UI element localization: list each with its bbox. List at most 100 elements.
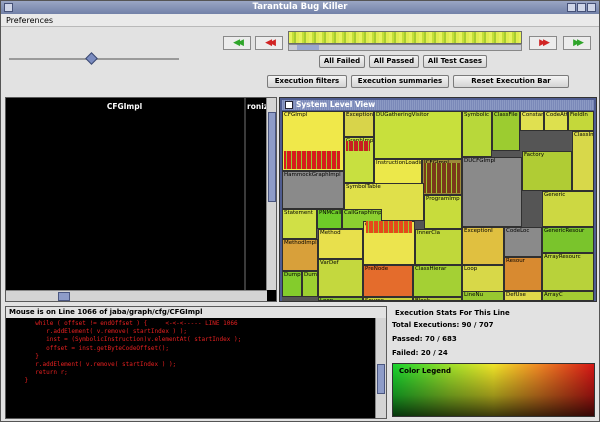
code-line: offset = inst.getByteCodeOffset(); — [10, 344, 169, 352]
treemap-node[interactable]: HammockGraphImpl — [282, 171, 344, 209]
treemap-node-label: InnerCla — [417, 230, 440, 236]
treemap-node-label: Method — [320, 230, 341, 236]
treemap-node-label: DUGatheringVisitor — [376, 112, 430, 118]
mouse-status: Mouse is on Line 1066 of jaba/graph/cfg/… — [6, 307, 386, 318]
treemap-node[interactable]: PNMCallGraph — [317, 209, 342, 229]
treemap-node[interactable]: PreNode — [363, 265, 413, 297]
treemap-node[interactable]: Dump — [282, 271, 302, 297]
all-failed-button[interactable]: All Failed — [319, 55, 365, 68]
treemap-node[interactable]: Block — [413, 297, 462, 301]
treemap-node-label: PNMCallGraph — [319, 210, 342, 216]
treemap-node[interactable]: MethodImpl — [282, 239, 318, 271]
all-test-cases-button[interactable]: All Test Cases — [423, 55, 487, 68]
treemap-node[interactable]: Generic — [542, 191, 594, 227]
window-menu-icon[interactable] — [4, 3, 13, 12]
treemap-node[interactable]: ExceptionI — [462, 227, 504, 265]
treemap-node[interactable]: ArrayResourc — [542, 253, 594, 291]
cfg-vertical-scrollbar[interactable] — [266, 98, 276, 290]
execution-controls: ◀◀ ◀◀ ▶▶ ▶▶ All Failed All Passed All Te… — [1, 27, 599, 95]
treemap-node[interactable]: ClassFile — [492, 111, 520, 151]
treemap-node[interactable]: GenericResour — [542, 227, 594, 253]
last-execution-button[interactable]: ▶▶ — [563, 36, 591, 50]
execution-bar-scrollbar[interactable] — [288, 44, 522, 51]
treemap-node[interactable]: CodeAtt — [544, 111, 568, 131]
treemap-node-label: ArrayC — [544, 292, 563, 298]
menu-preferences[interactable]: Preferences — [6, 16, 53, 25]
treemap-node-label: Dum — [304, 272, 318, 278]
previous-execution-button[interactable]: ◀◀ — [255, 36, 283, 50]
treemap[interactable]: CFGImpl ExceptionTypesDUGatheringVisitor S… — [282, 111, 594, 301]
treemap-node-label: DUCFGImpl — [464, 158, 496, 164]
treemap-node[interactable]: Symbolic — [462, 111, 492, 157]
source-code-panel: Mouse is on Line 1066 of jaba/graph/cfg/… — [5, 306, 387, 419]
treemap-node-label: Block — [415, 298, 430, 301]
cfg-code-view[interactable]: CFGImpl ronize — [5, 97, 277, 302]
code-line: r.addElement( v.remove( startIndex ) ); — [10, 328, 188, 336]
treemap-node-label: GenericResour — [544, 228, 585, 234]
treemap-node-label: PreNode — [365, 266, 389, 272]
treemap-node-label: ClassFile — [494, 112, 518, 118]
treemap-node[interactable]: Loop — [318, 297, 363, 301]
minimize-icon[interactable] — [567, 3, 576, 12]
code-vertical-scrollbar[interactable] — [375, 318, 386, 418]
treemap-node[interactable]: DefUse — [504, 291, 542, 301]
main-window: Tarantula Bug Killer Preferences ◀◀ ◀◀ ▶… — [0, 0, 600, 422]
treemap-node[interactable]: Method — [318, 229, 363, 259]
treemap-node-label: Symbolic — [464, 112, 490, 118]
first-execution-button[interactable]: ◀◀ — [223, 36, 251, 50]
code-line: inst = (SymbolicInstruction)v.elementAt(… — [10, 336, 242, 344]
treemap-node[interactable]: Resour — [504, 257, 542, 291]
treemap-node[interactable]: Statement — [282, 209, 317, 239]
slider-thumb[interactable] — [85, 52, 98, 65]
treemap-node[interactable]: Dum — [302, 271, 318, 297]
scrollbar-knob[interactable] — [297, 45, 319, 50]
execution-bar[interactable] — [288, 31, 522, 44]
treemap-node-label: ArrayResourc — [544, 254, 581, 260]
treemap-node[interactable]: Factory — [522, 151, 572, 191]
treemap-node[interactable]: VarDef — [318, 259, 363, 297]
treemap-node[interactable]: Constan — [520, 111, 544, 131]
treemap-node-label: ExceptionTypes — [346, 112, 374, 118]
treemap-node[interactable]: Source — [363, 297, 413, 301]
next-execution-button[interactable]: ▶▶ — [529, 36, 557, 50]
scrollbar-knob[interactable] — [377, 364, 385, 394]
passed-executions: Passed: 70 / 683 — [392, 335, 457, 343]
treemap-node[interactable]: ClassImpl — [572, 131, 594, 191]
treemap-node-label: ClassHierar — [415, 266, 447, 272]
treemap-node[interactable]: ExceptionTypes — [344, 111, 374, 137]
cfg-horizontal-scrollbar[interactable] — [6, 290, 267, 301]
treemap-node[interactable]: LineNu — [462, 291, 504, 301]
stats-title: Execution Stats For This Line — [395, 309, 510, 317]
treemap-node[interactable]: DUCFGImpl — [462, 157, 522, 227]
treemap-node-label: CallGraphImpl — [344, 210, 382, 216]
execution-filters-button[interactable]: Execution filters — [267, 75, 347, 88]
system-view-title: System Level View — [296, 100, 376, 109]
treemap-node[interactable]: CodeLoc — [504, 227, 542, 257]
reset-execution-bar-button[interactable]: Reset Execution Bar — [453, 75, 569, 88]
treemap-node-label: ExceptionI — [464, 228, 493, 234]
treemap-node[interactable]: FieldIn — [568, 111, 594, 131]
treemap-node[interactable]: ArrayC — [542, 291, 594, 301]
treemap-node[interactable]: ProgramImp — [424, 195, 462, 229]
treemap-node-label: CodeAtt — [546, 112, 568, 118]
menu-bar: Preferences — [1, 14, 599, 27]
panel-divider[interactable] — [244, 98, 246, 301]
treemap-node-label: InstructionLoadingVisitor — [376, 160, 421, 166]
window-title: Tarantula Bug Killer — [252, 2, 348, 12]
scrollbar-knob[interactable] — [268, 112, 276, 202]
legend-title: Color Legend — [399, 367, 452, 375]
treemap-node-label: VarDef — [320, 260, 339, 266]
treemap-node-label: Source — [365, 298, 384, 301]
close-icon[interactable] — [587, 3, 596, 12]
treemap-node-label: SymbolTable — [346, 184, 381, 190]
treemap-node[interactable]: InnerCla — [415, 229, 462, 265]
treemap-node-label: Loop — [464, 266, 478, 272]
execution-summaries-button[interactable]: Execution summaries — [351, 75, 449, 88]
treemap-node[interactable]: ClassHierar — [413, 265, 462, 297]
maximize-icon[interactable] — [577, 3, 586, 12]
treemap-node-label: CodeLoc — [506, 228, 530, 234]
treemap-node[interactable]: DUGatheringVisitor — [374, 111, 462, 159]
all-passed-button[interactable]: All Passed — [369, 55, 419, 68]
scrollbar-knob[interactable] — [58, 292, 70, 301]
treemap-node-label: Factory — [524, 152, 545, 158]
